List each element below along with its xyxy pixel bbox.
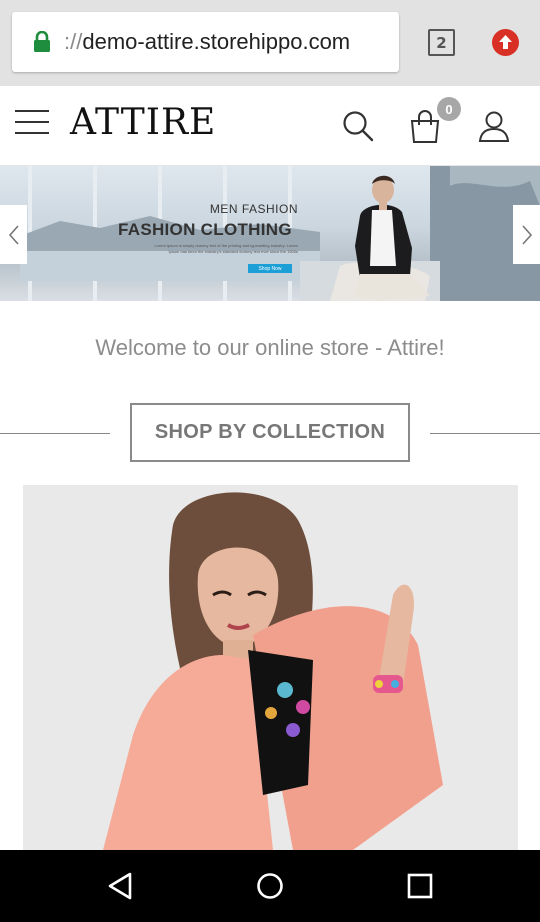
collection-image[interactable] xyxy=(23,485,518,850)
hero-prev-arrow[interactable] xyxy=(0,205,27,264)
lock-icon xyxy=(32,30,52,53)
collection-model-image xyxy=(23,485,518,850)
welcome-message: Welcome to our online store - Attire! xyxy=(95,335,445,360)
hero-body-text: Lorem Ipsum is simply dummy text of the … xyxy=(154,243,298,254)
system-nav-bar xyxy=(0,850,540,922)
shop-now-button[interactable]: Shop Now xyxy=(248,264,292,273)
address-bar[interactable]: ://demo-attire.storehippo.com xyxy=(12,12,399,72)
url-host: demo-attire.storehippo.com xyxy=(82,29,351,54)
divider-right xyxy=(430,433,540,434)
home-icon[interactable] xyxy=(254,870,286,902)
hero-title: FASHION CLOTHING xyxy=(118,220,292,239)
hero-subtitle: MEN FASHION xyxy=(209,202,298,216)
hero-next-arrow[interactable] xyxy=(513,205,540,264)
back-icon[interactable] xyxy=(104,870,136,902)
browser-toolbar: ://demo-attire.storehippo.com 2 xyxy=(0,0,540,86)
menu-icon[interactable] xyxy=(15,110,49,134)
cart-count-badge: 0 xyxy=(437,97,461,121)
account-icon[interactable] xyxy=(476,108,512,144)
url-scheme: :// xyxy=(64,29,83,54)
tabs-icon[interactable]: 2 xyxy=(428,29,455,56)
search-icon[interactable] xyxy=(340,108,376,144)
site-logo[interactable]: ATTIRE xyxy=(70,102,216,143)
site-header: ATTIRE xyxy=(0,86,540,166)
update-icon[interactable] xyxy=(492,29,519,56)
chevron-left-icon xyxy=(8,224,19,245)
tab-count: 2 xyxy=(436,33,447,52)
shop-by-collection-button[interactable]: SHOP BY COLLECTION xyxy=(130,403,410,462)
chevron-right-icon xyxy=(521,224,532,245)
divider-left xyxy=(0,433,110,434)
hero-model-image xyxy=(300,166,540,301)
recents-icon[interactable] xyxy=(404,870,436,902)
hero-banner[interactable]: MEN FASHION FASHION CLOTHING Lorem Ipsum… xyxy=(0,166,540,301)
url-text: ://demo-attire.storehippo.com xyxy=(64,29,350,55)
